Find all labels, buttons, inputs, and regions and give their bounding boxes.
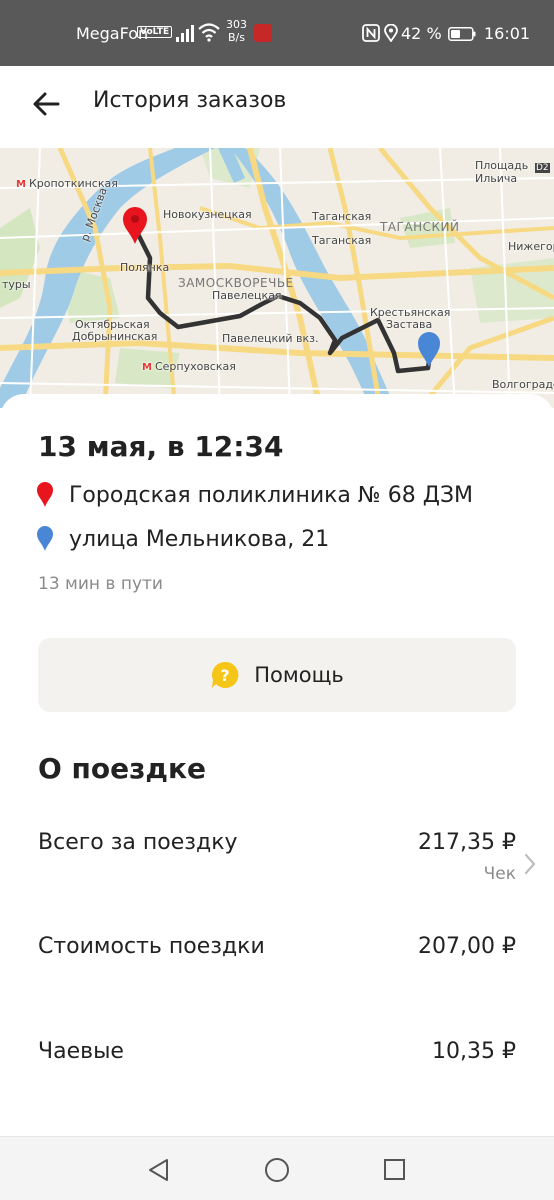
chevron-right-icon[interactable] bbox=[522, 852, 538, 876]
map-label: Волгоградск bbox=[492, 378, 554, 391]
section-title-about-trip: О поездке bbox=[38, 752, 206, 785]
map-label: Павелецкая bbox=[212, 289, 282, 302]
total-row[interactable]: Всего за поездку 217,35 ₽ Чек bbox=[38, 830, 516, 890]
map-label: Павелецкий вкз. bbox=[222, 332, 319, 345]
nfc-icon bbox=[362, 24, 380, 42]
clock: 16:01 bbox=[484, 24, 531, 43]
map-label: туры bbox=[2, 278, 31, 291]
map-label: Таганская bbox=[312, 234, 372, 247]
route-map[interactable]: Кропоткинская р. Москва Новокузнецкая По… bbox=[0, 148, 554, 408]
help-button[interactable]: ? Помощь bbox=[38, 638, 516, 712]
end-pin-icon bbox=[418, 332, 440, 367]
arrow-left-icon[interactable] bbox=[28, 84, 68, 124]
signal-icon bbox=[176, 25, 194, 42]
speed-value: 303 bbox=[226, 18, 247, 31]
battery-percent: 42 % bbox=[401, 24, 442, 43]
map-label: Ильича bbox=[475, 172, 518, 185]
header: История заказов bbox=[0, 66, 554, 148]
location-icon bbox=[384, 24, 398, 42]
trip-datetime: 13 мая, в 12:34 bbox=[38, 430, 284, 463]
map-label: Площадь bbox=[475, 159, 529, 172]
network-speed: 303 B/s bbox=[226, 18, 247, 44]
fare-row: Стоимость поездки 207,00 ₽ bbox=[38, 934, 516, 964]
trip-details-sheet: 13 мая, в 12:34 Городская поликлиника № … bbox=[0, 394, 554, 1136]
nav-recent-icon[interactable] bbox=[383, 1158, 406, 1181]
tips-label: Чаевые bbox=[38, 1039, 124, 1064]
nav-back-icon[interactable] bbox=[146, 1157, 172, 1183]
map-label: Серпуховская bbox=[142, 360, 236, 373]
blue-pin-icon bbox=[37, 526, 53, 551]
red-pin-icon bbox=[37, 482, 53, 507]
map-label: Застава bbox=[386, 318, 433, 331]
volte-badge: VoLTE bbox=[137, 26, 173, 38]
map-label: Добрынинская bbox=[72, 330, 158, 343]
app-notification-icon bbox=[254, 24, 272, 42]
map-label: Нижегор bbox=[508, 240, 554, 253]
speed-unit: B/s bbox=[228, 31, 245, 44]
map-label: Полянка bbox=[120, 261, 170, 274]
total-label: Всего за поездку bbox=[38, 830, 238, 855]
map-district-label: ТАГАНСКИЙ bbox=[380, 220, 460, 234]
nav-home-icon[interactable] bbox=[264, 1157, 290, 1183]
help-label: Помощь bbox=[254, 663, 344, 687]
map-district-label: ЗАМОСКВОРЕЧЬЕ bbox=[178, 276, 294, 290]
receipt-link[interactable]: Чек bbox=[484, 864, 516, 884]
status-bar: MegaFon VoLTE 303 B/s 42 % 16:01 bbox=[0, 0, 554, 66]
map-badge: D2 bbox=[535, 163, 550, 173]
total-value: 217,35 ₽ bbox=[418, 830, 516, 855]
route-from: Городская поликлиника № 68 ДЗМ bbox=[36, 482, 473, 508]
battery-icon bbox=[448, 27, 476, 41]
system-nav-bar bbox=[0, 1136, 554, 1200]
wifi-icon bbox=[198, 23, 220, 42]
tips-value: 10,35 ₽ bbox=[432, 1039, 516, 1064]
fare-label: Стоимость поездки bbox=[38, 934, 265, 959]
question-bubble-icon: ? bbox=[212, 661, 239, 688]
page-title: История заказов bbox=[93, 88, 287, 113]
route-to: улица Мельникова, 21 bbox=[36, 526, 329, 552]
fare-value: 207,00 ₽ bbox=[418, 934, 516, 959]
map-label: Новокузнецкая bbox=[163, 208, 252, 221]
svg-text:?: ? bbox=[221, 666, 230, 685]
tips-row: Чаевые 10,35 ₽ bbox=[38, 1039, 516, 1069]
start-pin-icon bbox=[123, 207, 147, 244]
trip-duration: 13 мин в пути bbox=[38, 574, 163, 594]
from-address: Городская поликлиника № 68 ДЗМ bbox=[69, 482, 474, 508]
to-address: улица Мельникова, 21 bbox=[69, 526, 330, 552]
map-label: Таганская bbox=[312, 210, 372, 223]
